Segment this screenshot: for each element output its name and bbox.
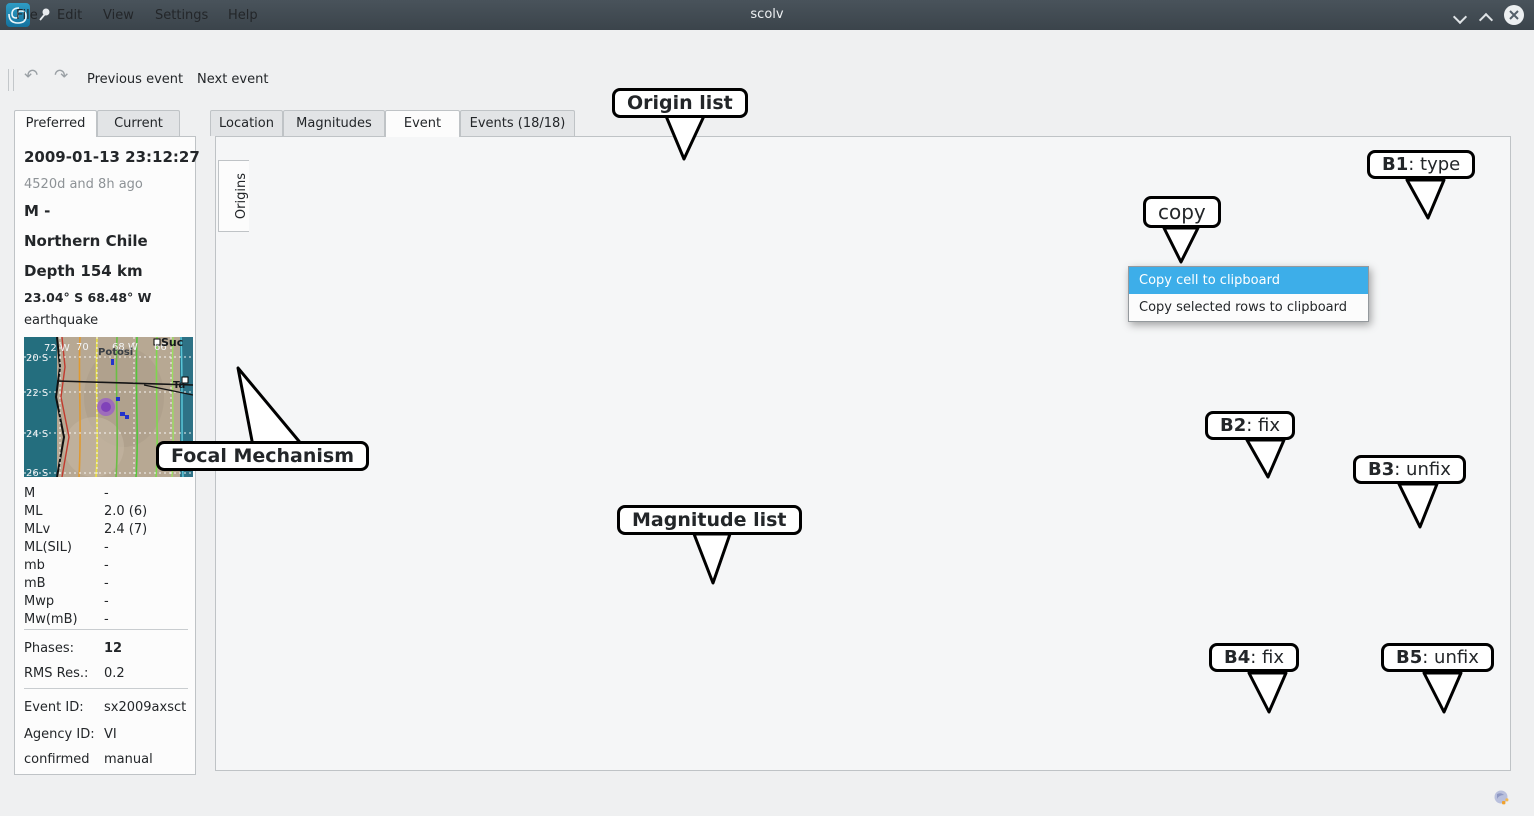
magnitude-summary-row: MLv 2.4 (7) xyxy=(24,522,188,540)
menu-file[interactable]: File xyxy=(10,0,44,31)
magnitude-summary-row: Mw(mB) - xyxy=(24,612,188,630)
callout-b2-fix: B2: fix xyxy=(1205,411,1295,440)
event-depth: Depth 154 km xyxy=(24,262,143,280)
next-event-button[interactable]: Next event xyxy=(197,61,268,99)
toolbar-handle[interactable] xyxy=(8,69,14,91)
magnitude-type-label: mB xyxy=(24,576,46,591)
magnitude-summary-row: mb - xyxy=(24,558,188,576)
connection-status-icon[interactable] xyxy=(1492,789,1510,811)
magnitude-summary-row: ML(SIL) - xyxy=(24,540,188,558)
event-type: earthquake xyxy=(24,313,98,328)
menu-help[interactable]: Help xyxy=(222,0,264,31)
tab-events[interactable]: Events (18/18) xyxy=(460,110,575,136)
event-tab-page xyxy=(215,136,1511,771)
rms-value: 0.2 xyxy=(104,666,125,681)
context-menu: Copy cell to clipboard Copy selected row… xyxy=(1128,266,1369,322)
magnitude-type-label: Mw(mB) xyxy=(24,612,78,627)
magnitude-type-value: - xyxy=(104,612,109,627)
callout-b1-type: B1: type xyxy=(1367,150,1475,179)
tab-current[interactable]: Current xyxy=(97,110,180,136)
event-region: Northern Chile xyxy=(24,232,148,250)
event-id-value: sx2009axsct xyxy=(104,700,186,715)
svg-text:24 S: 24 S xyxy=(26,429,48,440)
magnitude-type-value: - xyxy=(104,540,109,555)
magnitude-type-label: M xyxy=(24,486,35,501)
callout-b4-fix: B4: fix xyxy=(1209,643,1299,672)
phases-label: Phases: xyxy=(24,641,74,656)
minimize-button[interactable] xyxy=(1455,11,1465,26)
magnitude-summary-row: ML 2.0 (6) xyxy=(24,504,188,522)
close-button[interactable] xyxy=(1503,4,1525,30)
event-datetime: 2009-01-13 23:12:27 xyxy=(24,148,200,166)
event-id-row: Event ID: sx2009axsct xyxy=(24,700,188,718)
scolv-window: scolv File Edit View Settings Help ↶ ↷ P… xyxy=(0,0,1534,816)
maximize-button[interactable] xyxy=(1481,14,1491,29)
magnitude-type-value: - xyxy=(104,558,109,573)
redo-arrow-icon[interactable]: ↷ xyxy=(54,66,68,86)
magnitude-type-value: 2.4 (7) xyxy=(104,522,147,537)
event-magnitude: M - xyxy=(24,202,50,220)
agency-id-value: VI xyxy=(104,727,117,742)
agency-id-label: Agency ID: xyxy=(24,727,95,742)
evaluation-value: manual xyxy=(104,752,153,767)
previous-event-button[interactable]: Previous event xyxy=(87,61,183,99)
event-coordinates: 23.04° S 68.48° W xyxy=(24,290,151,305)
menu-edit[interactable]: Edit xyxy=(51,0,88,31)
magnitude-summary-row: Mwp - xyxy=(24,594,188,612)
magnitude-type-label: ML(SIL) xyxy=(24,540,72,555)
magnitude-summary-row: mB - xyxy=(24,576,188,594)
svg-text:70: 70 xyxy=(76,342,89,353)
tab-origins[interactable]: Origins xyxy=(218,160,249,232)
phases-row: Phases: 12 xyxy=(24,641,188,659)
rms-label: RMS Res.: xyxy=(24,666,88,681)
undo-arrow-icon[interactable]: ↶ xyxy=(24,66,38,86)
magnitude-summary-row: M- xyxy=(24,486,188,504)
callout-b5-unfix: B5: unfix xyxy=(1381,643,1494,672)
tab-preferred[interactable]: Preferred xyxy=(14,110,97,137)
menu-item-copy-rows[interactable]: Copy selected rows to clipboard xyxy=(1129,294,1368,321)
menu-settings[interactable]: Settings xyxy=(149,0,214,31)
callout-magnitude-list: Magnitude list xyxy=(617,505,802,535)
agency-id-row: Agency ID: VI xyxy=(24,727,188,745)
callout-b3-unfix: B3: unfix xyxy=(1353,455,1466,484)
event-age: 4520d and 8h ago xyxy=(24,177,143,192)
menu-view[interactable]: View xyxy=(97,0,140,31)
svg-text:Potosi: Potosi xyxy=(98,347,133,358)
tab-magnitudes[interactable]: Magnitudes xyxy=(283,110,385,136)
evaluation-row: confirmed manual xyxy=(24,752,188,770)
menu-bar xyxy=(0,30,1534,61)
tab-event[interactable]: Event xyxy=(385,110,460,137)
rms-row: RMS Res.: 0.2 xyxy=(24,666,188,684)
magnitude-type-value: 2.0 (6) xyxy=(104,504,147,519)
svg-text:20 S: 20 S xyxy=(26,353,48,364)
magnitude-type-value: - xyxy=(104,594,109,609)
svg-text:Ta: Ta xyxy=(173,380,185,391)
svg-text:Suc: Suc xyxy=(161,337,183,349)
magnitude-type-value: - xyxy=(104,576,109,591)
evaluation-label: confirmed xyxy=(24,752,90,767)
callout-origin-list: Origin list xyxy=(612,88,748,118)
callout-copy: copy xyxy=(1143,196,1221,228)
magnitude-type-label: MLv xyxy=(24,522,50,537)
svg-text:26 S: 26 S xyxy=(26,468,48,477)
menu-item-copy-cell[interactable]: Copy cell to clipboard xyxy=(1129,267,1368,294)
magnitude-type-value: - xyxy=(104,486,109,501)
callout-focal-mechanism: Focal Mechanism xyxy=(156,441,369,471)
svg-text:22 S: 22 S xyxy=(26,388,48,399)
magnitude-type-label: ML xyxy=(24,504,42,519)
tab-location[interactable]: Location xyxy=(210,110,283,136)
magnitude-type-label: Mwp xyxy=(24,594,54,609)
magnitude-type-label: mb xyxy=(24,558,45,573)
phases-value: 12 xyxy=(104,641,122,656)
event-id-label: Event ID: xyxy=(24,700,84,715)
